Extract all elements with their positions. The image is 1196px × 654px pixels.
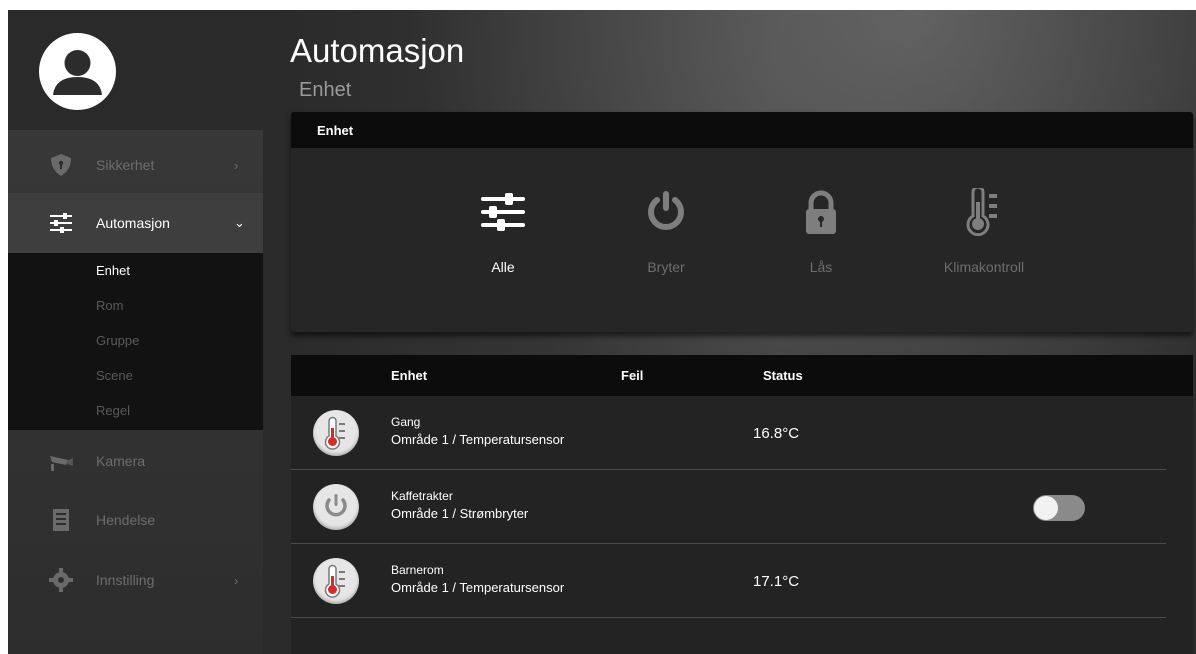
device-filter-panel: Enhet Alle Bryter Lås Klimakontroll [291,112,1193,332]
column-header-feil[interactable]: Feil [621,368,643,383]
power-icon [313,484,359,530]
avatar[interactable] [39,33,116,110]
filter-label: Bryter [647,259,685,275]
device-location: Område 1 / Temperatursensor [391,580,565,595]
sidebar-item-sikkerhet[interactable]: Sikkerhet › [8,135,263,195]
sidebar-item-label: Kamera [96,453,146,469]
submenu-item-scene[interactable]: Scene [96,368,133,383]
filter-label: Alle [491,259,515,275]
device-location: Område 1 / Strømbryter [391,506,529,521]
camera-icon [50,456,73,471]
thermometer-icon [966,188,997,236]
table-row[interactable]: Gang Område 1 / Temperatursensor 16.8°C [291,396,1166,470]
profile-area [8,10,263,130]
sidebar-item-label: Automasjon [96,215,170,231]
device-status: 16.8°C [753,425,800,442]
sidebar-item-innstilling[interactable]: Innstilling › [8,550,263,610]
page-title: Automasjon [290,32,465,69]
filter-panel-title: Enhet [317,123,354,138]
filter-label: Klimakontroll [943,259,1025,275]
chevron-right-icon: › [234,157,239,173]
filter-las-button[interactable]: Lås [751,188,891,288]
filter-panel-header: Enhet [291,112,1193,148]
main-content: Automasjon Enhet Enhet Alle Bryter Lås K… [263,10,1196,654]
submenu-item-gruppe[interactable]: Gruppe [96,333,139,348]
sidebar-item-label: Sikkerhet [96,157,155,173]
sidebar-item-label: Innstilling [96,572,155,588]
filter-bryter-button[interactable]: Bryter [596,188,736,288]
app-window: Sikkerhet › Automasjon ⌄ Enhet Rom Grupp… [8,10,1196,654]
sliders-icon [50,213,72,233]
thermometer-icon [313,410,359,456]
shield-icon [51,154,71,176]
column-header-enhet[interactable]: Enhet [391,368,427,383]
page-subtitle: Enhet [299,79,352,101]
filter-klimakontroll-button[interactable]: Klimakontroll [914,188,1054,288]
sidebar: Sikkerhet › Automasjon ⌄ Enhet Rom Grupp… [8,10,263,654]
sliders-icon [481,193,525,231]
chevron-down-icon: ⌄ [234,215,245,230]
device-name: Gang [391,415,421,429]
column-header-status[interactable]: Status [763,368,803,383]
submenu-item-regel[interactable]: Regel [96,403,130,418]
sidebar-item-kamera[interactable]: Kamera [8,431,263,491]
table-row[interactable]: Kaffetrakter Område 1 / Strømbryter [291,470,1166,544]
device-location: Område 1 / Temperatursensor [391,432,565,447]
device-name: Kaffetrakter [391,489,453,503]
device-table: Enhet Feil Status Gang Område 1 / Temper… [291,355,1193,654]
user-icon [53,50,102,95]
power-toggle[interactable] [1033,495,1085,521]
toggle-knob [1034,496,1058,520]
thermometer-icon [313,558,359,604]
filter-alle-button[interactable]: Alle [433,188,573,288]
sidebar-item-hendelse[interactable]: Hendelse [8,490,263,550]
power-icon [648,191,684,230]
sidebar-item-label: Hendelse [96,512,156,528]
sidebar-item-automasjon[interactable]: Automasjon ⌄ [8,193,263,253]
table-row[interactable]: Barnerom Område 1 / Temperatursensor 17.… [291,544,1166,618]
gear-icon [49,568,73,592]
filter-label: Lås [809,259,833,275]
lock-icon [806,190,836,234]
device-status: 17.1°C [753,573,800,590]
device-name: Barnerom [391,563,444,577]
automasjon-submenu: Enhet Rom Gruppe Scene Regel [8,253,263,430]
document-icon [53,509,69,531]
chevron-right-icon: › [234,572,239,588]
submenu-item-enhet[interactable]: Enhet [96,263,130,278]
submenu-item-rom[interactable]: Rom [96,298,123,313]
table-header: Enhet Feil Status [291,355,1193,396]
